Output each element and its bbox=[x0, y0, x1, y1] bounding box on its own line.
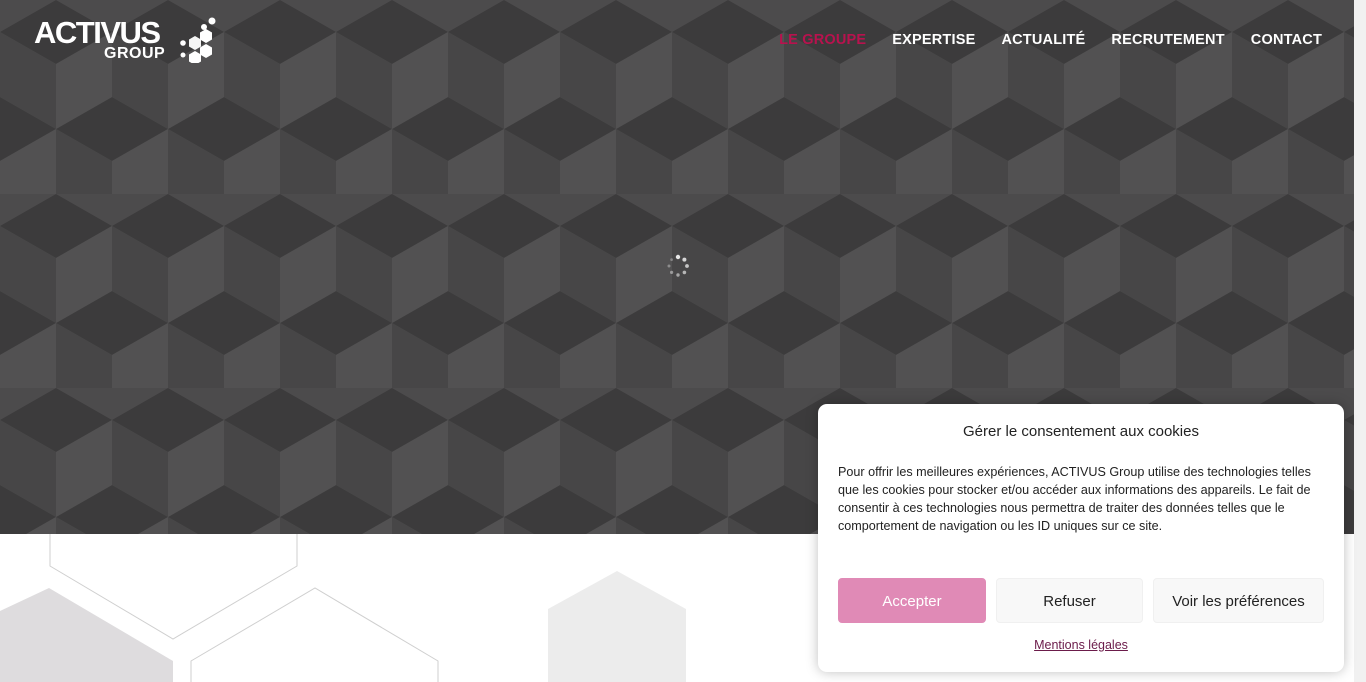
cookie-dialog-text: Pour offrir les meilleures expériences, … bbox=[838, 465, 1311, 533]
refuse-button[interactable]: Refuser bbox=[996, 578, 1143, 623]
view-preferences-button[interactable]: Voir les préférences bbox=[1153, 578, 1324, 623]
accept-button[interactable]: Accepter bbox=[838, 578, 986, 623]
main-navigation: LE GROUPE EXPERTISE ACTUALITÉ RECRUTEMEN… bbox=[779, 30, 1322, 50]
site-header: ACTIVUS GROUP LE GROUPE EXPERTISE ACTUAL… bbox=[0, 0, 1354, 80]
hexagon-cluster-icon bbox=[180, 17, 216, 63]
legal-notice-link[interactable]: Mentions légales bbox=[818, 637, 1344, 653]
nav-expertise[interactable]: EXPERTISE bbox=[892, 30, 975, 50]
cookie-consent-dialog: Gérer le consentement aux cookies Pour o… bbox=[818, 404, 1344, 672]
nav-contact[interactable]: CONTACT bbox=[1251, 30, 1322, 50]
page-scrollbar[interactable] bbox=[1354, 0, 1366, 682]
logo-sub: GROUP bbox=[104, 45, 166, 62]
nav-actualite[interactable]: ACTUALITÉ bbox=[1001, 30, 1085, 50]
cookie-dialog-title: Gérer le consentement aux cookies bbox=[963, 423, 1199, 440]
nav-le-groupe[interactable]: LE GROUPE bbox=[779, 30, 866, 50]
nav-recrutement[interactable]: RECRUTEMENT bbox=[1111, 30, 1224, 50]
spinner-icon bbox=[667, 254, 689, 277]
activus-logo[interactable]: ACTIVUS GROUP bbox=[34, 16, 224, 66]
